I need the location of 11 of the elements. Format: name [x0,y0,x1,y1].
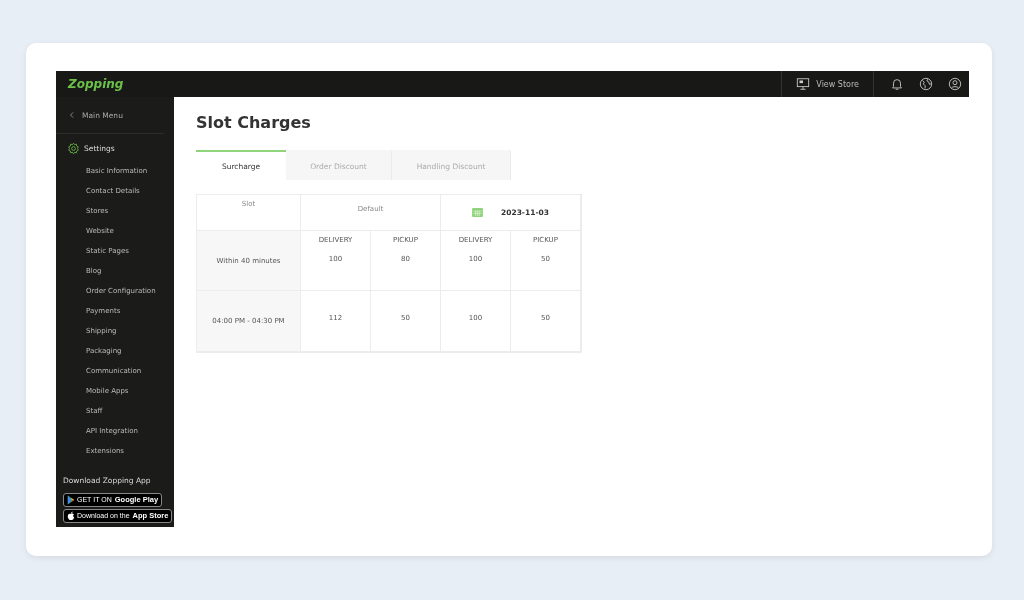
globe-icon[interactable] [919,77,933,91]
user-icon[interactable] [948,77,962,91]
monitor-icon [796,77,811,91]
apple-icon [67,511,75,521]
page-title: Slot Charges [196,113,312,132]
settings-icon [67,142,80,155]
brand-logo[interactable]: Zopping [68,77,124,91]
back-icon [69,111,75,119]
play-icon [67,495,75,505]
notification-icon[interactable] [890,77,904,91]
view-store-button[interactable]: View Store [781,71,874,97]
